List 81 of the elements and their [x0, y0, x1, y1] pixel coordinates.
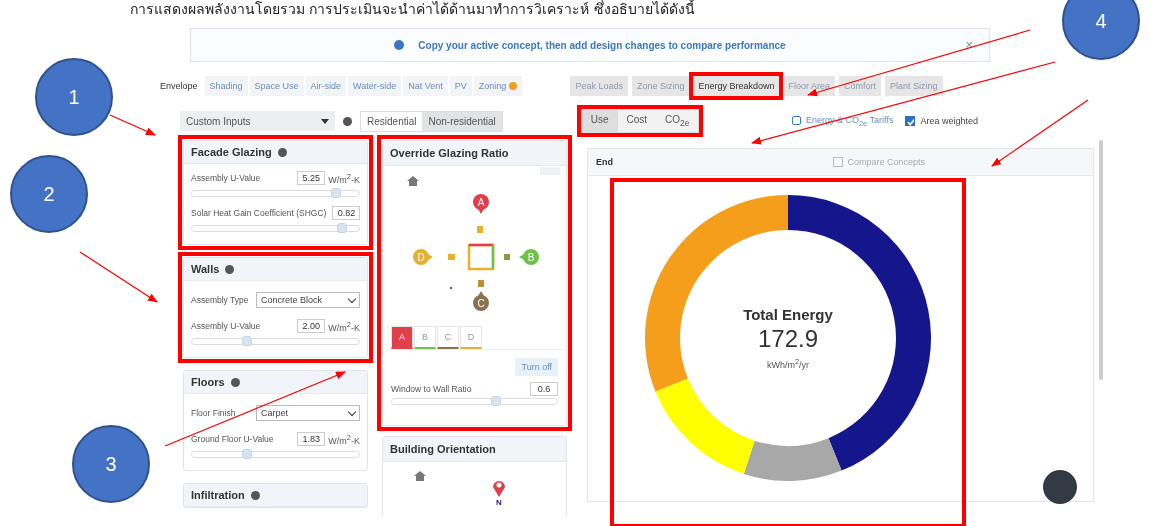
callout-marker: 3	[72, 425, 150, 503]
field-label: Assembly U-Value	[191, 321, 261, 331]
slider-thumb[interactable]	[337, 223, 348, 233]
field-label: Assembly U-Value	[191, 173, 261, 183]
panel-title: Walls	[191, 263, 220, 275]
value-field[interactable]: 0.6	[530, 382, 558, 396]
info-icon	[394, 40, 405, 50]
tab[interactable]: Nat Vent	[403, 76, 448, 96]
panel-title: Infiltration	[191, 489, 245, 501]
facade-tab[interactable]: B	[414, 326, 436, 349]
value-field[interactable]: 1.83	[297, 432, 326, 446]
help-icon	[225, 264, 235, 274]
scrollbar[interactable]	[1099, 140, 1103, 380]
tab[interactable]: Water-side	[348, 76, 402, 96]
panel-title: Override Glazing Ratio	[383, 141, 566, 166]
value-field[interactable]: 0.82	[332, 206, 361, 220]
select-field[interactable]: Carpet	[256, 405, 360, 421]
tab[interactable]: Plant Sizing	[885, 76, 943, 96]
house-icon	[407, 176, 419, 186]
segment-button[interactable]: Non-residential	[422, 111, 502, 131]
annotation-arrow	[109, 114, 156, 136]
panel-title: Facade Glazing	[191, 146, 272, 158]
panel-title: End	[596, 157, 613, 167]
tab[interactable]: Shading	[204, 76, 248, 96]
checkbox[interactable]	[833, 157, 844, 167]
unit-label: W/m$^{2}$-K	[328, 171, 360, 185]
tab[interactable]: Energy Breakdown	[693, 76, 780, 96]
caret-icon	[321, 118, 329, 124]
segment-button[interactable]: CO$_{2e}$	[656, 110, 699, 132]
tab[interactable]: PV	[449, 76, 472, 96]
checkbox-label: Area weighted	[920, 116, 978, 126]
help-icon	[230, 377, 240, 387]
unit-label: W/m$^{2}$-K	[328, 432, 360, 446]
field-label: Assembly Type	[191, 295, 249, 305]
collapse-button[interactable]	[540, 167, 560, 175]
tab[interactable]: Space Use	[249, 76, 304, 96]
unit-label: W/m$^{2}$-K	[328, 319, 360, 333]
field-label: Window to Wall Ratio	[391, 384, 472, 394]
panel-title: Building Orientation	[383, 437, 566, 462]
pin-icon	[492, 478, 506, 498]
segment-button[interactable]: Use	[581, 110, 618, 132]
tab[interactable]: Zone Sizing	[631, 76, 690, 96]
total-value: 172.9	[757, 325, 819, 353]
total-label: Total Energy	[743, 306, 833, 323]
banner-text: Copy your active concept, then add design changes to compare performance	[418, 39, 786, 51]
house-icon	[413, 470, 427, 482]
slider-thumb[interactable]	[242, 449, 253, 459]
tab[interactable]: Peak Loads	[570, 76, 628, 96]
help-icon	[343, 116, 352, 126]
facade-tab[interactable]: A	[391, 326, 413, 349]
total-unit: kWh/m$^{2}$/yr	[766, 357, 810, 370]
preset-dropdown[interactable]: Custom Inputs	[180, 111, 335, 131]
tab[interactable]: Floor Area	[783, 76, 836, 96]
field-label: Ground Floor U-Value	[191, 434, 274, 444]
value-field[interactable]: 5.25	[297, 171, 326, 185]
facade-tab[interactable]: D	[460, 326, 482, 349]
turn-off-button[interactable]: Turn off	[515, 358, 558, 376]
help-icon	[250, 490, 260, 500]
select-field[interactable]: Concrete Block	[256, 292, 360, 308]
help-button[interactable]	[1043, 470, 1077, 504]
value-field[interactable]: 2.00	[297, 319, 326, 333]
field-label: Floor Finish	[191, 408, 236, 418]
facade-tab[interactable]: C	[437, 326, 459, 349]
help-icon	[277, 147, 287, 157]
tab[interactable]: Air-side	[305, 76, 347, 96]
building-plan-drawing	[448, 226, 510, 290]
caption-text: การแสดงผลพลังงานโดยรวม การประเมินจะนำค่าได้ด้านมาทำการวิเคราะห์ ซึ่งอธิบายได้ดังนี้	[129, 0, 696, 19]
slider-thumb[interactable]	[490, 396, 501, 406]
slider-thumb[interactable]	[242, 336, 253, 346]
checkbox-label: Compare Concepts	[847, 157, 925, 167]
tab[interactable]: Zoning	[473, 76, 523, 96]
field-label: Solar Heat Gain Coefficient (SHGC)	[191, 208, 327, 218]
north-label: N	[496, 498, 502, 507]
slider-thumb[interactable]	[330, 188, 341, 198]
callout-marker: 2	[10, 155, 88, 233]
tab[interactable]: Comfort	[839, 76, 882, 96]
checkbox[interactable]	[905, 116, 916, 126]
panel-title: Floors	[191, 376, 225, 388]
callout-marker: 1	[35, 58, 113, 136]
callout-marker: 4	[1062, 0, 1140, 60]
segment-button[interactable]: Cost	[617, 110, 657, 132]
